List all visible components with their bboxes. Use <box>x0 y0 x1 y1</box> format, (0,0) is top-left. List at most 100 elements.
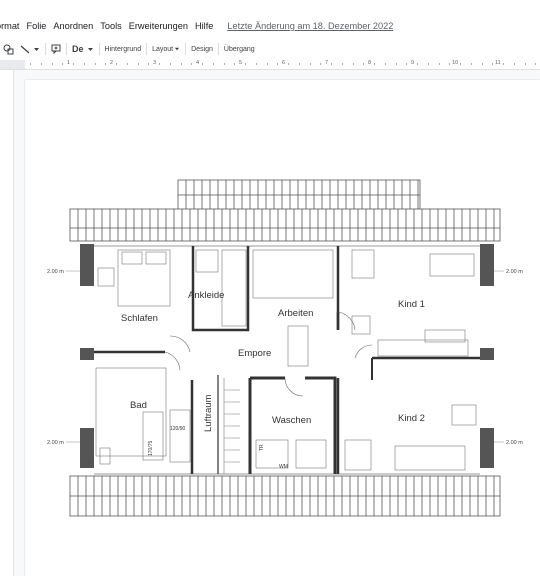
ruler-tick <box>513 63 515 65</box>
slide[interactable]: Schlafen Ankleide Arbeiten Kind 1 Empore… <box>25 80 540 576</box>
floor-plan: Schlafen Ankleide Arbeiten Kind 1 Empore… <box>47 179 523 517</box>
ruler-tick <box>73 63 74 65</box>
toolbar: De Hintergrund Layout Design Übergang <box>0 38 540 61</box>
ruler-tick <box>202 63 203 65</box>
ruler-number: 4 <box>196 60 200 66</box>
ruler-number: 7 <box>325 60 329 66</box>
room-empore: Empore <box>238 348 271 359</box>
room-luftraum: Luftraum <box>203 394 214 432</box>
ruler-tick <box>223 63 225 65</box>
ruler-tick <box>234 63 236 65</box>
layout-button[interactable]: Layout <box>149 38 183 60</box>
ruler-tick <box>126 63 128 65</box>
menu-tools[interactable]: Tools <box>100 21 121 31</box>
ruler-margin <box>0 60 25 69</box>
chevron-down-icon <box>34 47 39 51</box>
menu-bar: ormat Folie Anordnen Tools Erweiterungen… <box>0 0 540 38</box>
ruler-tick <box>492 63 494 65</box>
ruler-tick <box>266 63 268 65</box>
toolbar-divider <box>185 43 187 55</box>
ruler-number: 10 <box>452 60 459 66</box>
ruler-number: 5 <box>239 60 243 66</box>
ruler-tick <box>30 63 31 65</box>
ruler-number: 8 <box>368 60 372 66</box>
ruler-tick <box>352 63 354 65</box>
ruler-tick <box>245 63 246 65</box>
furniture <box>95 249 477 474</box>
tr-label: TR <box>259 444 265 451</box>
toolbar-divider <box>45 43 46 55</box>
ruler-tick <box>277 63 279 65</box>
menu-folie[interactable]: Folie <box>27 21 47 31</box>
room-kind2: Kind 2 <box>398 413 425 424</box>
ruler-tick <box>460 63 461 65</box>
height-bottom-right: 2.00 m <box>506 440 523 446</box>
background-button[interactable]: Hintergrund <box>102 38 145 60</box>
layout-label: Layout <box>152 45 174 53</box>
room-arbeiten: Arbeiten <box>278 308 313 319</box>
ruler-tick <box>449 63 451 65</box>
ruler-tick <box>191 63 193 65</box>
last-edit-link[interactable]: Letzte Änderung am 18. Dezember 2022 <box>227 21 393 31</box>
ruler-tick <box>255 63 257 65</box>
menu-anordnen[interactable]: Anordnen <box>53 21 93 31</box>
ruler-tick <box>470 63 472 65</box>
ruler-number: 2 <box>110 60 114 66</box>
ruler-tick <box>159 63 160 65</box>
ruler-tick <box>137 63 139 65</box>
height-bottom-left: 2.00 m <box>47 440 64 446</box>
room-bad: Bad <box>130 400 147 411</box>
ruler-tick <box>427 63 429 65</box>
ruler-tick <box>535 63 537 65</box>
ruler-tick <box>309 63 311 65</box>
line-button[interactable] <box>17 38 43 60</box>
ruler-tick <box>212 63 214 65</box>
toolbar-divider <box>146 43 148 55</box>
ruler-tick <box>116 63 117 65</box>
font-button[interactable]: De <box>69 38 97 60</box>
ruler-tick <box>62 63 64 65</box>
shapes-button[interactable] <box>0 38 17 60</box>
ruler-tick <box>524 63 526 65</box>
ruler-tick <box>331 63 332 65</box>
wm-label: WM <box>279 464 288 470</box>
ruler-number: 11 <box>495 60 501 66</box>
toolbar-divider <box>66 43 67 55</box>
menu-hilfe[interactable]: Hilfe <box>195 21 213 31</box>
toolbar-divider <box>98 43 100 55</box>
comment-button[interactable] <box>48 38 64 60</box>
ruler-tick <box>288 63 289 65</box>
ruler-tick <box>40 63 42 65</box>
transition-button[interactable]: Übergang <box>221 38 258 60</box>
ruler-tick <box>180 63 182 65</box>
toolbar-divider <box>217 43 219 55</box>
ruler-number: 6 <box>282 60 286 66</box>
room-schlafen: Schlafen <box>121 313 158 324</box>
room-waschen: Waschen <box>272 415 311 426</box>
horizontal-ruler[interactable]: 1 2 3 4 5 6 7 8 9 10 11 <box>0 60 540 70</box>
upper-roof <box>69 208 501 242</box>
design-button[interactable]: Design <box>188 38 216 60</box>
shower-label: 120/90 <box>170 426 186 432</box>
ruler-tick <box>320 63 322 65</box>
ruler-tick <box>341 63 343 65</box>
ruler-tick <box>169 63 171 65</box>
chevron-down-icon <box>87 47 93 51</box>
ruler-tick <box>298 63 300 65</box>
room-kind1: Kind 1 <box>398 299 425 310</box>
ruler-tick <box>395 63 397 65</box>
shapes-icon <box>3 44 14 54</box>
ruler-tick <box>148 63 150 65</box>
room-ankleide: Ankleide <box>188 290 224 301</box>
ruler-tick <box>83 63 85 65</box>
ruler-tick <box>481 63 483 65</box>
ruler-tick <box>417 63 418 65</box>
filmstrip-edge <box>0 70 14 576</box>
ruler-number: 3 <box>153 60 157 66</box>
height-top-right: 2.00 m <box>506 269 523 275</box>
height-top-left: 2.00 m <box>47 269 64 275</box>
chevron-down-icon <box>174 47 180 51</box>
menu-format[interactable]: ormat <box>0 21 20 31</box>
font-label: De <box>72 44 84 54</box>
menu-erweiterungen[interactable]: Erweiterungen <box>129 21 188 31</box>
